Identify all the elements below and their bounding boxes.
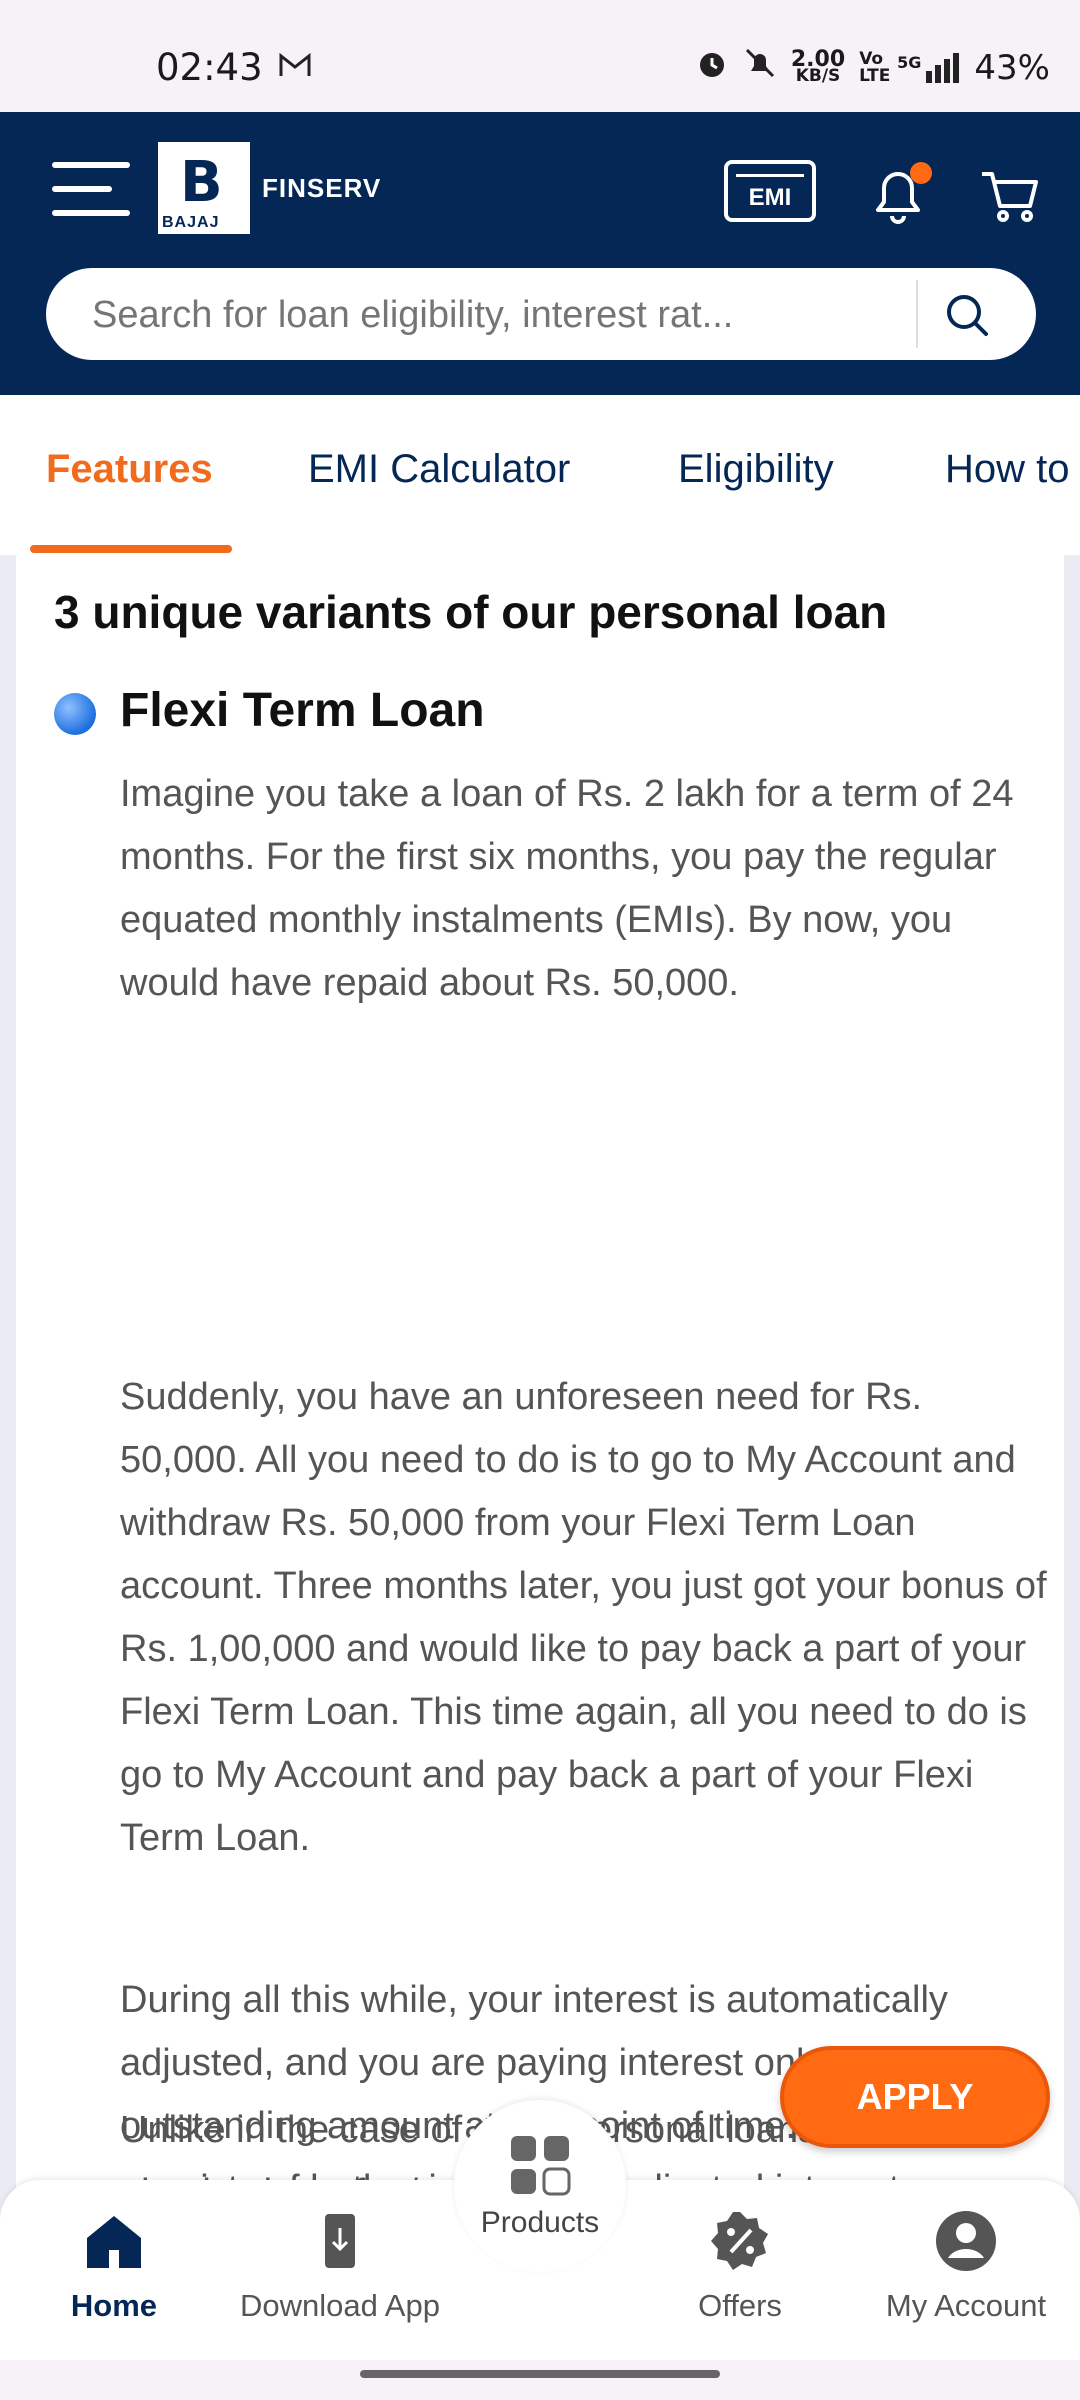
home-icon xyxy=(81,2208,147,2274)
status-time: 02:43 xyxy=(156,46,263,89)
app-header: B BAJAJ FINSERV EMI xyxy=(0,112,1080,395)
gmail-icon xyxy=(278,52,312,86)
volte-indicator: Vo LTE xyxy=(859,48,891,86)
apply-button[interactable]: APPLY xyxy=(780,2046,1050,2148)
products-grid-icon xyxy=(507,2132,573,2203)
emi-calculator-button[interactable]: EMI xyxy=(724,160,816,222)
nav-offers-label: Offers xyxy=(698,2288,782,2323)
active-tab-indicator xyxy=(30,545,232,553)
nav-offers[interactable]: Offers xyxy=(640,2208,840,2324)
account-icon xyxy=(933,2208,999,2274)
alarm-icon xyxy=(695,46,729,89)
logo-text: FINSERV xyxy=(262,172,382,203)
search-divider xyxy=(916,280,918,348)
section-tabs: Features EMI Calculator Eligibility How … xyxy=(0,395,1080,555)
variant-title: Flexi Term Loan xyxy=(120,684,485,737)
notification-dot xyxy=(910,162,932,184)
offers-icon xyxy=(707,2208,773,2274)
net-speed-unit: KB/S xyxy=(795,65,841,86)
search-input[interactable] xyxy=(90,268,934,362)
paragraph: Imagine you take a loan of Rs. 2 lakh fo… xyxy=(120,773,1014,1004)
nav-home[interactable]: Home xyxy=(14,2208,214,2324)
search-icon[interactable] xyxy=(938,286,998,346)
paragraph: Suddenly, you have an unforeseen need fo… xyxy=(120,1376,1047,1859)
mute-bell-icon xyxy=(743,46,777,89)
logo-mark: B BAJAJ xyxy=(158,142,250,234)
signal-icon: 5G xyxy=(897,52,960,83)
bajaj-finserv-logo[interactable]: B BAJAJ FINSERV xyxy=(158,142,381,234)
download-app-icon xyxy=(307,2208,373,2274)
tab-emi-calculator[interactable]: EMI Calculator xyxy=(308,447,570,492)
logo-brand: BAJAJ xyxy=(162,214,220,231)
tab-how-to[interactable]: How to xyxy=(945,447,1070,492)
bullet-icon xyxy=(54,693,96,735)
tab-features[interactable]: Features xyxy=(46,447,213,492)
menu-icon[interactable] xyxy=(52,162,130,218)
battery-level: 43% xyxy=(974,47,1050,88)
cart-icon[interactable] xyxy=(978,164,1042,228)
products-button[interactable]: Products xyxy=(454,2100,626,2272)
net-speed: 2.00 KB/S xyxy=(790,46,846,86)
nav-account-label: My Account xyxy=(885,2288,1047,2323)
home-indicator[interactable] xyxy=(360,2370,720,2378)
search-bar[interactable] xyxy=(46,268,1036,362)
nav-home-label: Home xyxy=(70,2288,158,2323)
tab-eligibility[interactable]: Eligibility xyxy=(678,447,834,492)
network-type: 5G xyxy=(897,52,922,72)
nav-my-account[interactable]: My Account xyxy=(866,2208,1066,2324)
emi-label: EMI xyxy=(748,184,792,211)
apply-label: APPLY xyxy=(856,2076,974,2117)
logo-letter: B xyxy=(180,150,223,215)
status-bar: 02:43 2.00 KB/S Vo LTE 5G 43% xyxy=(0,0,1080,112)
nav-download-label: Download App xyxy=(240,2288,440,2323)
net-speed-value: 2.00 xyxy=(790,46,846,72)
section-heading: 3 unique variants of our personal loan xyxy=(54,586,888,638)
system-nav-bar xyxy=(0,2360,1080,2400)
products-label: Products xyxy=(480,2206,600,2239)
notification-bell-icon[interactable] xyxy=(866,158,932,230)
nav-download-app[interactable]: Download App xyxy=(240,2208,440,2324)
